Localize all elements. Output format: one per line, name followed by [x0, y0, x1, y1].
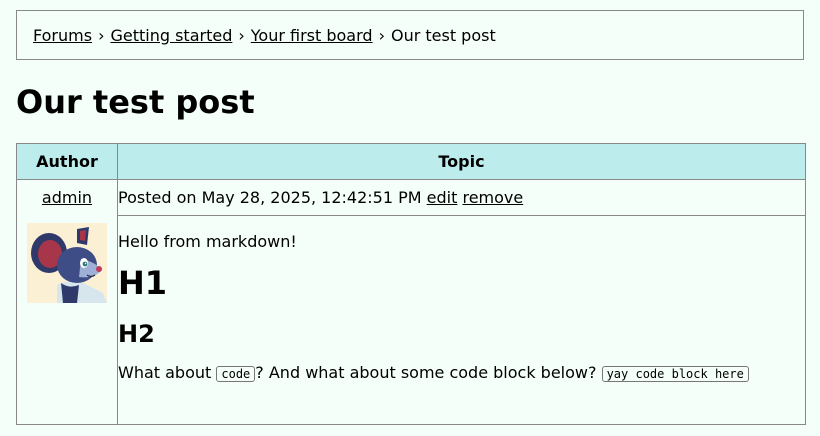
breadcrumb-separator: › — [378, 25, 385, 45]
avatar — [27, 223, 107, 303]
post-timestamp: Posted on May 28, 2025, 12:42:51 PM — [118, 188, 422, 207]
page-title: Our test post — [16, 83, 255, 121]
remove-link[interactable]: remove — [462, 188, 523, 207]
edit-link[interactable]: edit — [427, 188, 458, 207]
post-heading-1: H1 — [118, 264, 168, 302]
post-heading-2: H2 — [118, 320, 155, 348]
breadcrumb-separator: › — [238, 25, 245, 45]
breadcrumb-link-getting-started[interactable]: Getting started — [110, 26, 232, 45]
post-body: Hello from markdown! H1 H2 What about co… — [118, 232, 805, 382]
topic-cell: Posted on May 28, 2025, 12:42:51 PM edit… — [117, 179, 806, 425]
post-table: Author Topic admin Posted on May 28, 202… — [16, 143, 806, 425]
code-block: yay code block here — [601, 366, 749, 382]
breadcrumb-separator: › — [98, 25, 105, 45]
breadcrumb: Forums › Getting started › Your first bo… — [16, 10, 804, 60]
table-header-row: Author Topic — [16, 143, 806, 180]
post-text: What about — [118, 363, 217, 382]
author-link[interactable]: admin — [17, 188, 117, 207]
post-text: ? And what about some code block below? — [255, 363, 602, 382]
breadcrumb-current: Our test post — [390, 25, 496, 45]
post-code-line: What about code? And what about some cod… — [118, 363, 805, 382]
post-meta: Posted on May 28, 2025, 12:42:51 PM edit… — [118, 188, 805, 216]
breadcrumb-link-forums[interactable]: Forums — [33, 26, 92, 45]
breadcrumb-link-your-first-board[interactable]: Your first board — [251, 26, 373, 45]
author-cell: admin — [16, 179, 118, 425]
post-paragraph: Hello from markdown! — [118, 232, 297, 251]
column-header-author: Author — [16, 143, 118, 180]
column-header-topic: Topic — [117, 143, 806, 180]
inline-code: code — [216, 366, 256, 382]
post-row: admin Posted on May 28, 2025, 12:42:51 P… — [16, 179, 806, 425]
